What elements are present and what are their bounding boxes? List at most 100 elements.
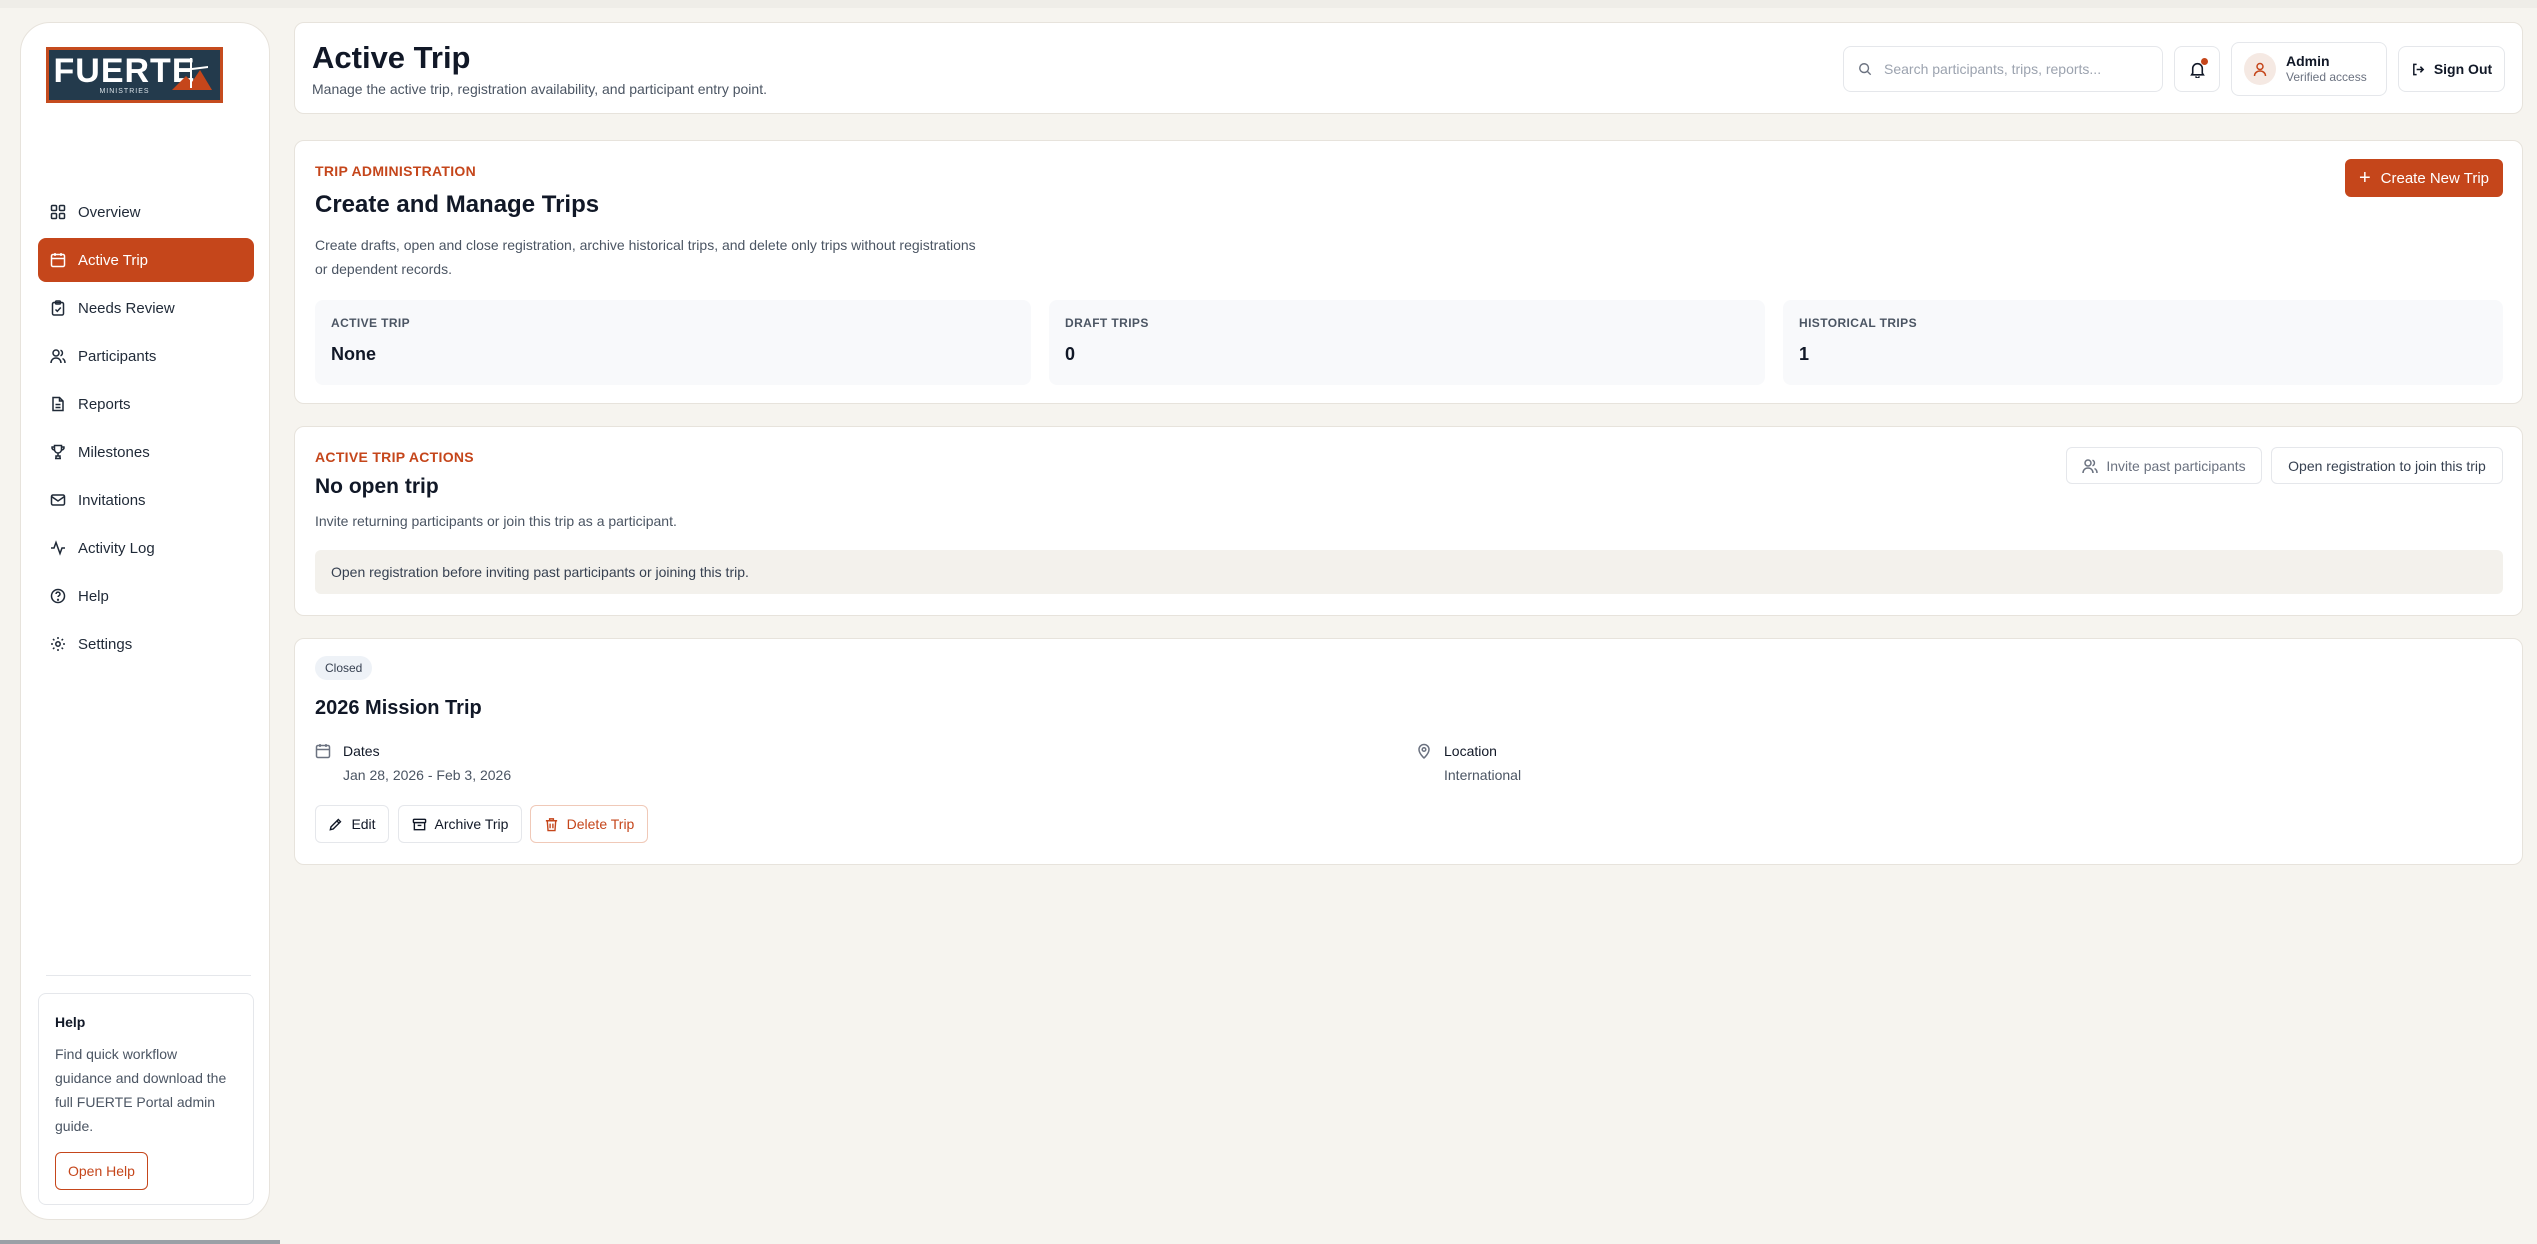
map-pin-icon — [1418, 743, 1430, 759]
location-value: International — [1444, 767, 1522, 783]
sidebar-item-label: Participants — [78, 347, 157, 365]
mail-icon — [50, 494, 66, 506]
stat-historical-trips: HISTORICAL TRIPS 1 — [1783, 300, 2503, 385]
sidebar: FUERTE MINISTRIES Overview Active Trip N… — [20, 22, 270, 1220]
horizontal-scrollbar[interactable] — [0, 1240, 280, 1244]
sidebar-item-label: Reports — [78, 395, 131, 413]
open-help-button[interactable]: Open Help — [55, 1152, 148, 1190]
stat-label: HISTORICAL TRIPS — [1799, 316, 1917, 330]
sidebar-divider — [46, 975, 251, 976]
stat-label: DRAFT TRIPS — [1065, 316, 1149, 330]
trophy-icon — [51, 444, 65, 460]
trip-dates: Dates Jan 28, 2026 - Feb 3, 2026 — [315, 743, 511, 783]
clipboard-icon — [51, 300, 65, 316]
section-title: Create and Manage Trips — [315, 191, 600, 218]
pencil-icon — [329, 818, 342, 831]
open-registration-button[interactable]: Open registration to join this trip — [2271, 447, 2503, 484]
sidebar-item-help[interactable]: Help — [38, 574, 254, 618]
sidebar-item-settings[interactable]: Settings — [38, 622, 254, 666]
page-subtitle: Manage the active trip, registration ava… — [312, 81, 767, 97]
search-icon — [1859, 63, 1872, 76]
edit-label: Edit — [351, 816, 376, 832]
activity-icon — [51, 540, 65, 556]
cross-mountain-icon — [172, 58, 212, 90]
user-menu[interactable]: Admin Verified access — [2231, 42, 2387, 96]
document-icon — [52, 396, 64, 412]
sidebar-item-invitations[interactable]: Invitations — [38, 478, 254, 522]
section-description-line: or dependent records. — [315, 261, 452, 277]
invite-past-participants-button[interactable]: Invite past participants — [2066, 447, 2262, 484]
fuerte-logo[interactable]: FUERTE MINISTRIES — [46, 47, 223, 103]
section-eyebrow: ACTIVE TRIP ACTIONS — [315, 449, 474, 465]
logo-subtitle: MINISTRIES — [99, 87, 150, 95]
status-badge: Closed — [315, 656, 373, 680]
plus-icon: + — [2358, 167, 2371, 189]
trip-card: Closed 2026 Mission Trip Dates Jan 28, 2… — [294, 638, 2523, 865]
archive-icon — [412, 818, 426, 830]
section-description: Invite returning participants or join th… — [315, 513, 677, 529]
invite-past-participants-label: Invite past participants — [2106, 457, 2246, 474]
sidebar-item-label: Overview — [78, 203, 141, 221]
sidebar-item-participants[interactable]: Participants — [38, 334, 254, 378]
search-box[interactable] — [1843, 46, 2163, 92]
sidebar-item-overview[interactable]: Overview — [38, 190, 254, 234]
user-icon — [2253, 62, 2267, 77]
users-icon — [50, 349, 66, 364]
sidebar-item-activity-log[interactable]: Activity Log — [38, 526, 254, 570]
create-new-trip-label: Create New Trip — [2380, 169, 2490, 187]
registration-notice: Open registration before inviting past p… — [315, 550, 2503, 594]
sidebar-item-label: Help — [78, 587, 109, 605]
archive-trip-button[interactable]: Archive Trip — [398, 805, 522, 843]
trash-icon — [545, 817, 557, 831]
sidebar-item-label: Invitations — [78, 491, 146, 509]
help-circle-icon — [50, 588, 66, 604]
page-header: Active Trip Manage the active trip, regi… — [294, 22, 2523, 114]
help-card-title: Help — [55, 1014, 86, 1030]
sidebar-item-label: Activity Log — [78, 539, 155, 557]
logout-icon — [2412, 63, 2425, 75]
page-title: Active Trip — [312, 40, 471, 75]
calendar-icon — [50, 253, 66, 268]
sidebar-item-label: Active Trip — [78, 251, 149, 269]
calendar-icon — [315, 744, 331, 759]
sidebar-item-label: Milestones — [78, 443, 150, 461]
stat-value: 0 — [1065, 344, 1076, 364]
location-label: Location — [1444, 743, 1497, 759]
edit-trip-button[interactable]: Edit — [315, 805, 389, 843]
stat-label: ACTIVE TRIP — [331, 316, 411, 330]
avatar — [2244, 53, 2276, 85]
delete-trip-button[interactable]: Delete Trip — [530, 805, 648, 843]
sidebar-item-label: Settings — [78, 635, 133, 653]
sidebar-item-milestones[interactable]: Milestones — [38, 430, 254, 474]
notification-dot — [2201, 58, 2208, 65]
dates-label: Dates — [343, 743, 380, 759]
sidebar-item-reports[interactable]: Reports — [38, 382, 254, 426]
search-input[interactable] — [1884, 61, 2144, 77]
section-description-line: Create drafts, open and close registrati… — [315, 237, 976, 253]
help-card: Help Find quick workflow guidance and do… — [38, 993, 254, 1205]
active-trip-actions-card: ACTIVE TRIP ACTIONS No open trip Invite … — [294, 426, 2523, 616]
help-card-text: Find quick workflow guidance and downloa… — [55, 1046, 227, 1134]
sidebar-item-active-trip[interactable]: Active Trip — [38, 238, 254, 282]
section-title: No open trip — [315, 475, 439, 498]
archive-label: Archive Trip — [434, 816, 509, 832]
sign-out-button[interactable]: Sign Out — [2398, 46, 2505, 92]
gear-icon — [51, 637, 65, 651]
section-eyebrow: TRIP ADMINISTRATION — [315, 163, 476, 179]
create-new-trip-button[interactable]: + Create New Trip — [2345, 159, 2503, 197]
user-role: Verified access — [2286, 70, 2367, 84]
window-top-strip — [0, 0, 2537, 8]
sidebar-item-label: Needs Review — [78, 299, 175, 317]
dates-value: Jan 28, 2026 - Feb 3, 2026 — [343, 767, 512, 783]
stat-active-trip: ACTIVE TRIP None — [315, 300, 1031, 385]
grid-icon — [50, 204, 66, 220]
notifications-button[interactable] — [2174, 46, 2220, 92]
sidebar-item-needs-review[interactable]: Needs Review — [38, 286, 254, 330]
stat-value: None — [331, 344, 376, 364]
users-icon — [2082, 458, 2099, 473]
section-description: Create drafts, open and close registrati… — [315, 233, 976, 281]
delete-label: Delete Trip — [566, 816, 635, 832]
user-name: Admin — [2286, 53, 2330, 69]
trip-name: 2026 Mission Trip — [315, 697, 482, 719]
trip-location: Location International — [1416, 743, 1521, 783]
